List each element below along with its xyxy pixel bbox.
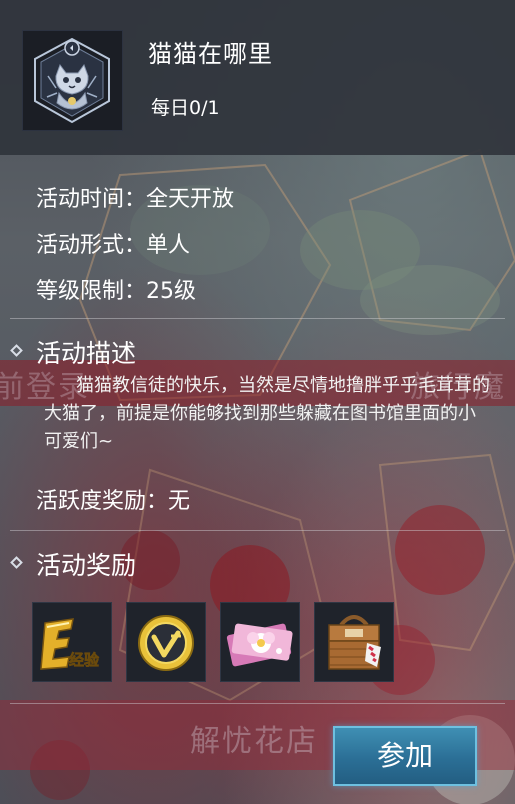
exp-icon: 经验 — [40, 618, 100, 670]
flower-card-icon — [226, 623, 293, 667]
description-heading: 活动描述 — [36, 339, 137, 368]
activity-time-value: 全天开放 — [146, 187, 235, 212]
level-limit-row: 等级限制：25级 — [36, 273, 196, 305]
diamond-bullet-icon — [10, 556, 23, 569]
exp-label: 经验 — [69, 651, 100, 669]
join-button[interactable]: 参加 — [333, 726, 477, 786]
coin-icon — [138, 615, 194, 671]
activity-points-label: 活跃度奖励： — [36, 489, 169, 514]
activity-points-value: 无 — [168, 489, 191, 514]
activity-header: 猫猫在哪里 每日0/1 — [0, 0, 515, 155]
basket-icon — [328, 615, 381, 670]
daily-count: 每日0/1 — [151, 97, 220, 119]
activity-points-reward: 活跃度奖励：无 — [36, 483, 190, 515]
reward-item-flower-card[interactable] — [220, 602, 300, 682]
activity-icon — [22, 30, 123, 131]
activity-detail-panel: 前登录 旅行魔 解忧花店 猫猫在哪里 每日0/1 活动时间：全天开放 活动形式：… — [0, 0, 515, 804]
activity-time-label: 活动时间： — [36, 187, 147, 212]
divider — [10, 530, 505, 531]
divider — [10, 703, 505, 704]
diamond-bullet-icon — [10, 344, 23, 357]
activity-form-row: 活动形式：单人 — [36, 227, 190, 259]
activity-form-value: 单人 — [146, 233, 191, 258]
activity-time-row: 活动时间：全天开放 — [36, 181, 234, 213]
reward-item-coin[interactable] — [126, 602, 206, 682]
cat-badge-icon — [34, 37, 110, 124]
activity-title: 猫猫在哪里 — [148, 40, 273, 68]
reward-item-exp[interactable]: 经验 — [32, 602, 112, 682]
level-limit-value: 25级 — [146, 279, 197, 304]
activity-form-label: 活动形式： — [36, 233, 147, 258]
divider — [10, 318, 505, 319]
reward-item-basket[interactable] — [314, 602, 394, 682]
description-text: 猫猫教信徒的快乐，当然是尽情地撸胖乎乎毛茸茸的大猫了，前提是你能够找到那些躲藏在… — [44, 375, 490, 452]
background-text-bottom: 解忧花店 — [190, 724, 318, 759]
level-limit-label: 等级限制： — [36, 279, 147, 304]
rewards-heading: 活动奖励 — [36, 551, 137, 580]
